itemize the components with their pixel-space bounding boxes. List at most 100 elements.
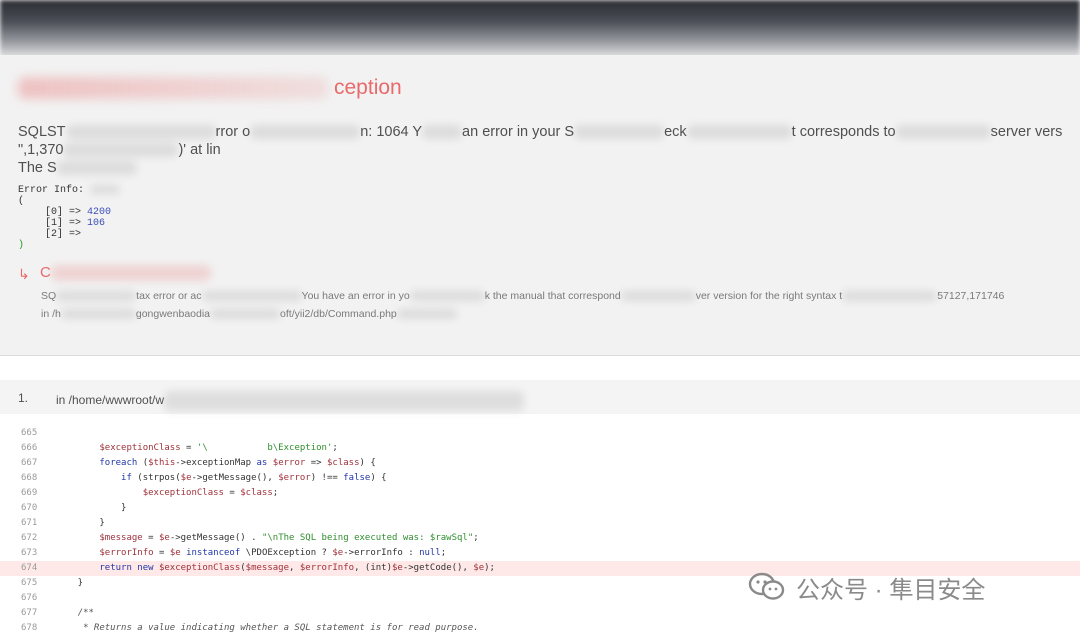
- redacted-region: [164, 391, 525, 411]
- line-number: 672: [21, 533, 38, 543]
- error-message-line-1: SQLST rror o n: 1064 Y an error in your S ec…: [18, 123, 1062, 141]
- message-text: n: 1064 Y: [360, 124, 423, 140]
- code-line: 672 $message = $e->getMessage() . "\nThe…: [0, 531, 1080, 546]
- message-text: SQ: [41, 290, 57, 302]
- redacted-region: [63, 143, 179, 158]
- code-text: $errorInfo = $e instanceof \PDOException…: [99, 548, 447, 558]
- message-text: in /h: [41, 308, 61, 320]
- code-text: if (strpos($e->getMessage(), $error) !==…: [121, 473, 387, 483]
- line-number: 668: [21, 473, 38, 483]
- code-text: }: [56, 503, 127, 513]
- message-text: server vers: [990, 124, 1063, 140]
- error-message-line-3: The S: [18, 159, 137, 177]
- stack-frame-path: in /home/wwwroot/w: [56, 391, 525, 411]
- line-number: 666: [21, 443, 38, 453]
- redacted-region: [90, 185, 121, 194]
- redacted-region: [50, 265, 211, 282]
- error-info-block: Error Info: ( [0] => 4200 [1] => 106 [2]…: [18, 185, 121, 252]
- section-divider: [0, 355, 1080, 356]
- message-text: gongwenbaodia: [135, 308, 211, 320]
- redacted-region: [686, 125, 792, 140]
- line-number: 669: [21, 488, 38, 498]
- error-info-key: [0] =>: [45, 207, 82, 219]
- error-info-open: (: [18, 196, 25, 208]
- code-line: 668 if (strpos($e->getMessage(), $error)…: [0, 471, 1080, 486]
- line-number: 667: [21, 458, 38, 468]
- redacted-region: [895, 125, 991, 140]
- message-text: SQLST: [18, 124, 66, 140]
- code-line: 667 foreach ($this->exceptionMap as $err…: [0, 456, 1080, 471]
- redacted-region: [56, 291, 137, 302]
- watermark-text: 公众号 · 隼目安全: [796, 576, 986, 604]
- redacted-region: [422, 125, 463, 140]
- code-line: 677 /**: [0, 606, 1080, 621]
- message-text: rror o: [215, 124, 251, 140]
- message-text: ver version for the right syntax t: [695, 290, 843, 302]
- line-number: 674: [21, 563, 38, 573]
- code-line: 666 $exceptionClass = '\ b\Exception';: [0, 441, 1080, 456]
- message-text: oft/yii2/db/Command.php: [280, 308, 397, 320]
- redacted-region: [201, 291, 302, 302]
- redacted-region: [56, 161, 137, 176]
- wechat-icon: [748, 572, 786, 602]
- code-text: $exceptionClass = '\ b\Exception';: [99, 443, 338, 453]
- previous-exception-title: C: [40, 264, 211, 282]
- exception-title-text: ception: [334, 76, 402, 99]
- code-line: 671 }: [0, 516, 1080, 531]
- line-number: 673: [21, 548, 38, 558]
- error-info-key: [2] =>: [45, 229, 82, 241]
- message-text: The S: [18, 160, 57, 176]
- error-info-label: Error Info:: [18, 185, 85, 197]
- line-number: 678: [21, 623, 38, 632]
- redacted-region: [842, 291, 938, 302]
- previous-exception-message: SQ tax error or ac You have an error in yo…: [41, 290, 1004, 302]
- message-text: tax error or ac: [136, 290, 202, 302]
- code-text: /**: [77, 608, 94, 618]
- code-text: return new $exceptionClass($message, $er…: [99, 563, 495, 573]
- redacted-region: [250, 125, 361, 140]
- redacted-region: [65, 125, 216, 140]
- code-text: }: [56, 518, 105, 528]
- previous-exception-location: in /h gongwenbaodia oft/yii2/db/Command.ph…: [41, 308, 457, 320]
- line-number: 675: [21, 578, 38, 588]
- error-message-line-2: ",1,370 )' at lin: [18, 141, 221, 159]
- stack-frame-header[interactable]: 1. in /home/wwwroot/w: [0, 380, 1080, 414]
- code-line: 673 $errorInfo = $e instanceof \PDOExcep…: [0, 546, 1080, 561]
- caused-by-arrow-icon: ↳: [18, 266, 30, 282]
- line-number: 676: [21, 593, 38, 603]
- error-info-value: 106: [87, 218, 106, 230]
- code-text: $exceptionClass = $class;: [142, 488, 279, 498]
- code-text: foreach ($this->exceptionMap as $error =…: [99, 458, 376, 468]
- message-text: eck: [664, 124, 687, 140]
- line-number: 670: [21, 503, 38, 513]
- code-text: $message = $e->getMessage() . "\nThe SQL…: [99, 533, 479, 543]
- error-info-close: ): [18, 240, 25, 252]
- redacted-region: [210, 309, 281, 320]
- message-text: You have an error in yo: [301, 290, 410, 302]
- code-text: }: [56, 578, 84, 588]
- watermark: 公众号 · 隼目安全: [748, 570, 985, 604]
- redacted-region: [409, 291, 485, 302]
- code-line: 665: [0, 426, 1080, 441]
- line-number: 665: [21, 428, 38, 438]
- redacted-region: [620, 291, 696, 302]
- code-line: 669 $exceptionClass = $class;: [0, 486, 1080, 501]
- line-number: 677: [21, 608, 38, 618]
- blurred-top-bar: [0, 0, 1080, 60]
- message-text: t corresponds to: [791, 124, 896, 140]
- message-text: an error in your S: [462, 124, 575, 140]
- message-text: 57127,171746: [937, 290, 1005, 302]
- message-text: )' at lin: [178, 142, 221, 158]
- exception-title: ception: [18, 76, 402, 100]
- redacted-region: [574, 125, 665, 140]
- stack-frame-index: 1.: [18, 391, 29, 405]
- redacted-region: [396, 309, 457, 320]
- redacted-region: [18, 77, 328, 100]
- message-text: ",1,370: [18, 142, 64, 158]
- redacted-region: [60, 309, 136, 320]
- message-text: k the manual that correspond: [484, 290, 621, 302]
- code-line: 670 }: [0, 501, 1080, 516]
- error-info-value: 4200: [87, 207, 112, 219]
- code-text: * Returns a value indicating whether a S…: [83, 623, 479, 632]
- error-info-key: [1] =>: [45, 218, 82, 230]
